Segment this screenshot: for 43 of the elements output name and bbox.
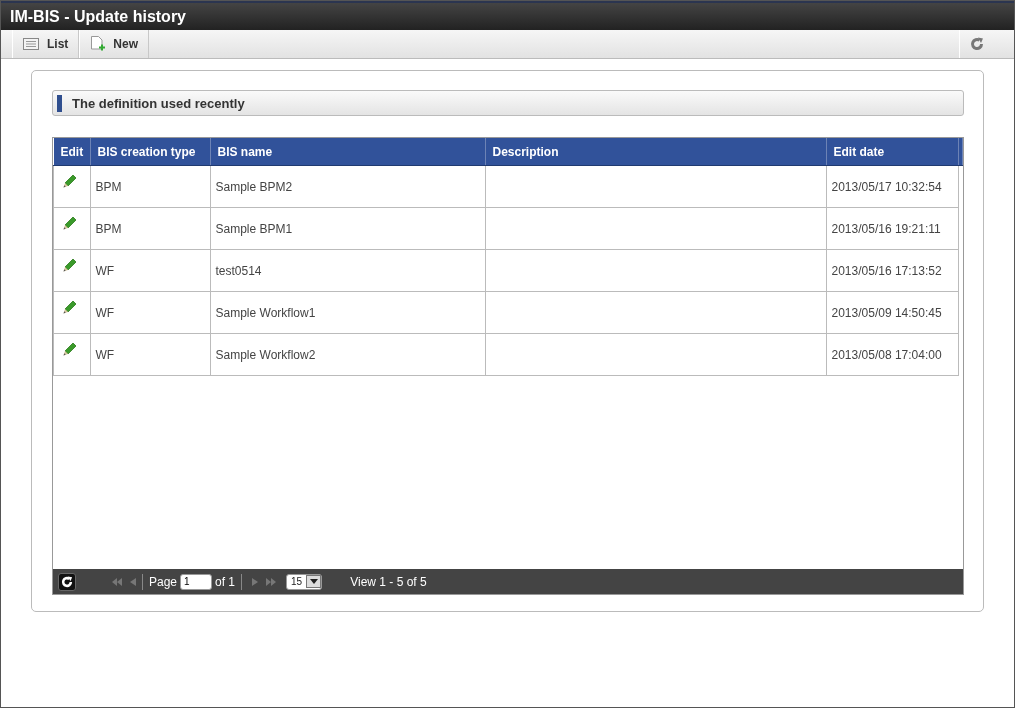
column-header[interactable]: BIS creation type [90, 138, 210, 166]
column-header[interactable]: Description [485, 138, 826, 166]
table-cell: 2013/05/09 14:50:45 [826, 291, 958, 334]
last-page-icon[interactable] [265, 576, 278, 587]
table-cell: test0514 [210, 249, 485, 292]
new-button[interactable]: New [79, 30, 150, 58]
table-cell: BPM [90, 165, 210, 208]
window-title: IM-BIS - Update history [10, 7, 186, 26]
table-cell: Sample Workflow1 [210, 291, 485, 334]
accent-bar [57, 94, 62, 112]
column-header[interactable]: Edit [53, 138, 90, 166]
table-cell: 2013/05/16 19:21:11 [826, 207, 958, 250]
list-button[interactable]: List [12, 30, 80, 58]
table-cell: 2013/05/16 17:13:52 [826, 249, 958, 292]
column-header[interactable]: Edit date [826, 138, 958, 166]
table-cell: Sample BPM2 [210, 165, 485, 208]
new-document-icon [90, 35, 106, 53]
pencil-icon[interactable] [62, 257, 78, 273]
section-title: The definition used recently [72, 95, 245, 111]
list-icon [23, 38, 39, 50]
pencil-icon[interactable] [62, 341, 78, 357]
table-cell: BPM [90, 207, 210, 250]
record-count: View 1 - 5 of 5 [350, 574, 427, 589]
table-cell: 2013/05/17 10:32:54 [826, 165, 958, 208]
page-input[interactable]: 1 [180, 573, 213, 590]
refresh-icon [970, 37, 984, 51]
caret-icon [309, 579, 318, 584]
pencil-icon[interactable] [62, 173, 78, 189]
pencil-icon[interactable] [62, 299, 78, 315]
first-page-icon[interactable] [111, 576, 123, 587]
table-cell: WF [90, 291, 210, 334]
page-label: Page [149, 574, 178, 589]
table-cell: Sample BPM1 [210, 207, 485, 250]
page-count: of 1 [215, 574, 236, 589]
column-header[interactable]: BIS name [210, 138, 485, 166]
pencil-icon[interactable] [62, 215, 78, 231]
refresh-icon [61, 575, 73, 588]
table-cell: Sample Workflow2 [210, 333, 485, 376]
page-size-select[interactable]: 15 [286, 573, 323, 590]
table-cell: 2013/05/08 17:04:00 [826, 333, 958, 376]
refresh-button[interactable] [58, 572, 76, 591]
table-cell: WF [90, 249, 210, 292]
table-cell: WF [90, 333, 210, 376]
